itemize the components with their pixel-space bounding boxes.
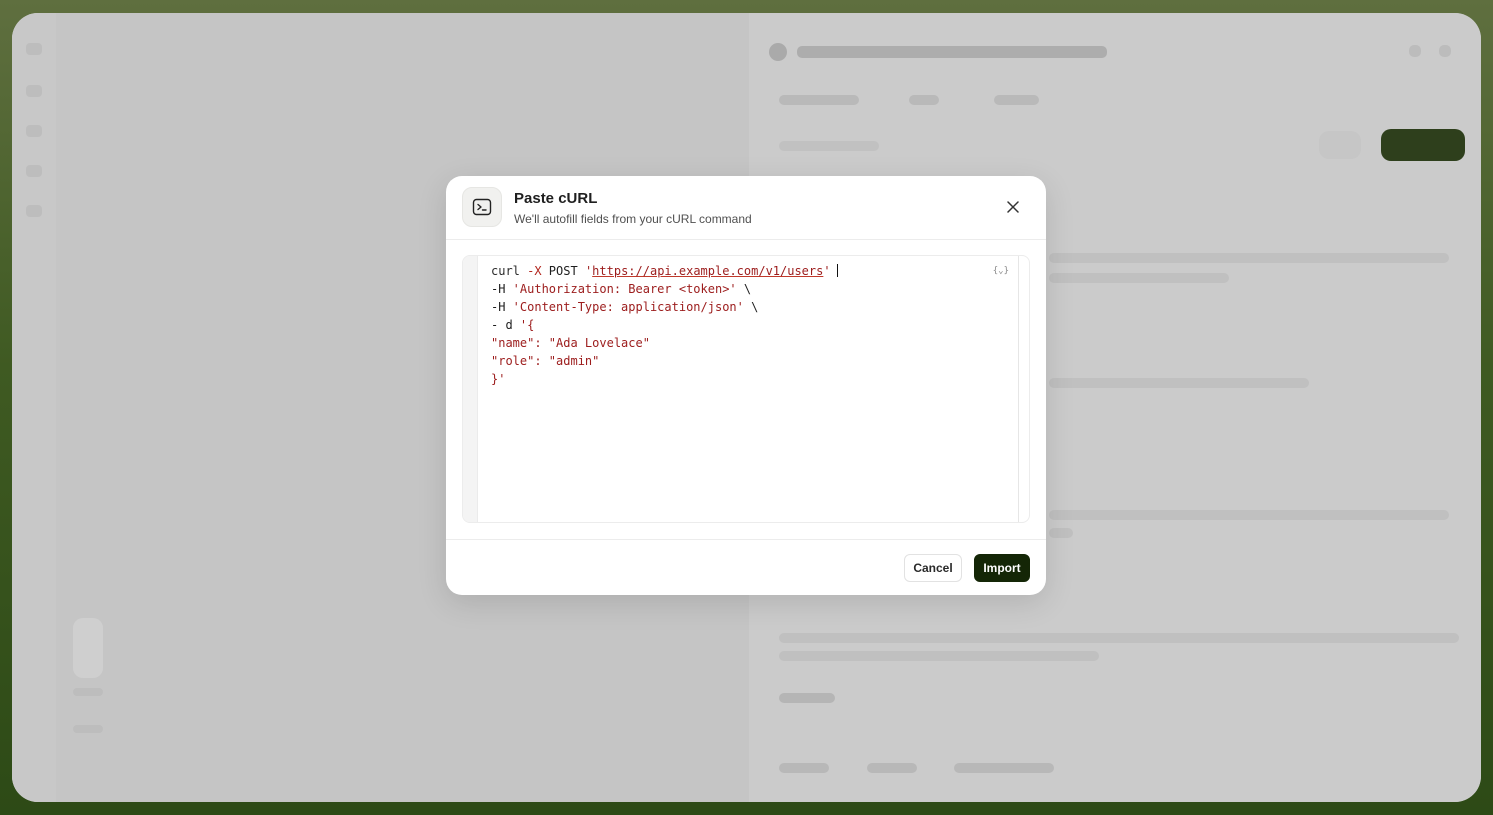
code-token: POST <box>541 264 585 278</box>
background-button <box>1319 131 1361 159</box>
background-tab <box>909 95 939 105</box>
code-token: -X <box>527 264 542 278</box>
dialog-footer: Cancel Import <box>446 539 1046 595</box>
background-text <box>1049 510 1449 520</box>
background-field <box>779 141 879 151</box>
terminal-icon <box>472 198 492 216</box>
curl-code-editor[interactable]: {⌄} curl -X POST 'https://api.example.co… <box>462 255 1030 523</box>
editor-gutter <box>463 256 478 522</box>
editor-scrollbar[interactable] <box>1018 256 1019 522</box>
close-button[interactable] <box>1002 196 1024 218</box>
code-line: curl -X POST 'https://api.example.com/v1… <box>491 262 838 280</box>
paste-curl-dialog: Paste cURL We'll autofill fields from yo… <box>446 176 1046 595</box>
code-token: '{ <box>512 318 535 332</box>
dialog-title: Paste cURL <box>514 190 598 207</box>
code-line: "name": "Ada Lovelace" <box>491 336 650 350</box>
text-caret <box>836 264 838 277</box>
code-line: -H 'Authorization: Bearer <token>' \ <box>491 280 838 298</box>
code-line: "role": "admin" <box>491 354 600 368</box>
background-text <box>779 633 1459 643</box>
background-cell <box>954 763 1054 773</box>
code-token: 'Authorization: Bearer <token>' <box>505 282 737 296</box>
dialog-subtitle: We'll autofill fields from your cURL com… <box>514 212 752 226</box>
code-token: \ <box>736 282 752 296</box>
close-icon <box>1007 201 1019 213</box>
dialog-header: Paste cURL We'll autofill fields from yo… <box>446 176 1046 240</box>
format-json-button[interactable]: {⌄} <box>993 266 1009 276</box>
code-line: - d '{ <box>491 316 838 334</box>
code-token: \ <box>743 300 759 314</box>
cancel-button[interactable]: Cancel <box>904 554 962 582</box>
background-icon <box>1409 45 1421 57</box>
code-content: curl -X POST 'https://api.example.com/v1… <box>491 262 838 388</box>
background-heading <box>797 46 1107 58</box>
code-token: 'Content-Type: application/json' <box>505 300 744 314</box>
background-cell <box>867 763 917 773</box>
background-primary-button <box>1381 129 1465 161</box>
background-subheading <box>779 693 835 703</box>
code-token: -H <box>491 282 506 296</box>
rail-icon <box>26 85 42 97</box>
import-button[interactable]: Import <box>974 554 1030 582</box>
background-text <box>1049 378 1309 388</box>
code-token: - d <box>491 318 513 332</box>
code-line: }' <box>491 372 506 386</box>
code-token: ' <box>823 264 831 278</box>
background-text <box>779 651 1099 661</box>
rail-icon <box>26 125 42 137</box>
background-tab <box>994 95 1039 105</box>
background-tab <box>779 95 859 105</box>
background-chip <box>73 725 103 733</box>
background-chip <box>73 688 103 696</box>
background-cell <box>779 763 829 773</box>
rail-icon <box>26 205 42 217</box>
background-text <box>1049 253 1449 263</box>
background-text <box>1049 273 1229 283</box>
rail-icon <box>26 165 42 177</box>
code-token: curl <box>491 264 528 278</box>
rail-icon <box>26 43 42 55</box>
background-text <box>1049 528 1073 538</box>
background-icon <box>769 43 787 61</box>
code-token: -H <box>491 300 506 314</box>
background-nav-rail <box>12 13 56 802</box>
code-line: -H 'Content-Type: application/json' \ <box>491 298 838 316</box>
code-url: https://api.example.com/v1/users <box>592 264 824 278</box>
background-chip <box>73 618 103 678</box>
terminal-icon-badge <box>462 187 502 227</box>
background-icon <box>1439 45 1451 57</box>
